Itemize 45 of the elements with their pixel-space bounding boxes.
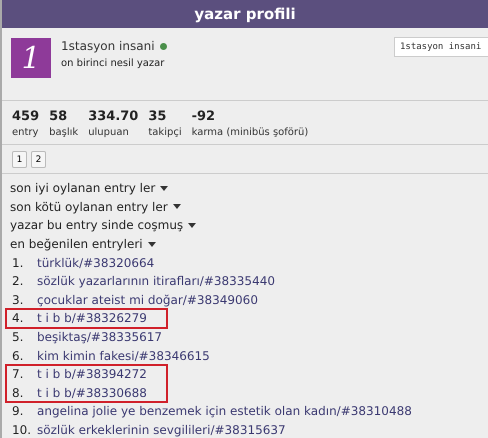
stat-label: başlık — [49, 127, 78, 138]
entry-link[interactable]: sözlük erkeklerinin sevgilileri/#38315637 — [37, 423, 286, 438]
caret-icon — [160, 186, 168, 191]
entry-link[interactable]: beşiktaş/#38335617 — [37, 330, 162, 344]
page-title: yazar profili — [194, 5, 296, 23]
entry-link[interactable]: t i b b/#38394272 — [37, 367, 147, 382]
stat-value: 459 — [12, 109, 40, 124]
entry-number: 8. — [11, 386, 24, 400]
entry-link[interactable]: t i b b/#38326279 — [37, 311, 147, 326]
entry-link[interactable]: t i b b/#38330688 — [37, 386, 147, 400]
entry-link[interactable]: sözlük yazarlarının itirafları/#38335440 — [37, 274, 275, 288]
entry-number: 6. — [11, 348, 24, 363]
avatar: 1 — [11, 38, 51, 78]
caret-icon — [188, 222, 196, 228]
entry-number: 1. — [11, 256, 24, 270]
entry-number: 5. — [11, 330, 24, 344]
entry-link[interactable]: angelina jolie ye benzemek için estetik olan kadın/#38310488 — [37, 404, 412, 418]
entry-link[interactable]: çocuklar ateist mi doğar/#38349060 — [37, 292, 258, 307]
dropdown-link[interactable]: son kötü oylanan entry ler — [10, 198, 478, 216]
stat-label: takipçi — [148, 127, 182, 138]
entry-number: 4. — [11, 311, 24, 326]
stat-label: karma (minibüs şoförü) — [192, 127, 308, 138]
page-button[interactable]: 1 — [12, 151, 27, 168]
user-rank: on birinci nesil yazar — [61, 58, 166, 69]
username-link[interactable]: 1stasyon insani — [61, 39, 155, 53]
dropdown-link[interactable]: en beğenilen entryleri — [10, 234, 478, 254]
entry-link[interactable]: türklük/#38320664 — [37, 256, 154, 270]
stat-value: 58 — [49, 109, 68, 124]
page-button[interactable]: 2 — [31, 151, 46, 168]
entry-link[interactable]: kim kimin fakesi/#38346615 — [37, 348, 210, 363]
stat-value: -92 — [192, 109, 216, 124]
entry-number: 3. — [11, 292, 24, 307]
stat-value: 334.70 — [88, 109, 138, 124]
dropdown-link[interactable]: yazar bu entry sinde coşmuş — [10, 216, 478, 235]
dropdown-link[interactable]: son iyi oylanan entry ler — [10, 179, 478, 198]
caret-icon — [148, 242, 156, 247]
entry-number: 7. — [11, 367, 24, 382]
stat-value: 35 — [148, 109, 168, 124]
entry-number: 9. — [11, 404, 24, 418]
stat-label: entry — [12, 127, 40, 138]
entry-number: 10. — [11, 423, 32, 438]
entry-number: 2. — [11, 274, 24, 288]
caret-icon — [172, 204, 181, 210]
search-field[interactable]: 1stasyon insani — [394, 37, 488, 57]
stat-label: ulupuan — [88, 127, 130, 138]
